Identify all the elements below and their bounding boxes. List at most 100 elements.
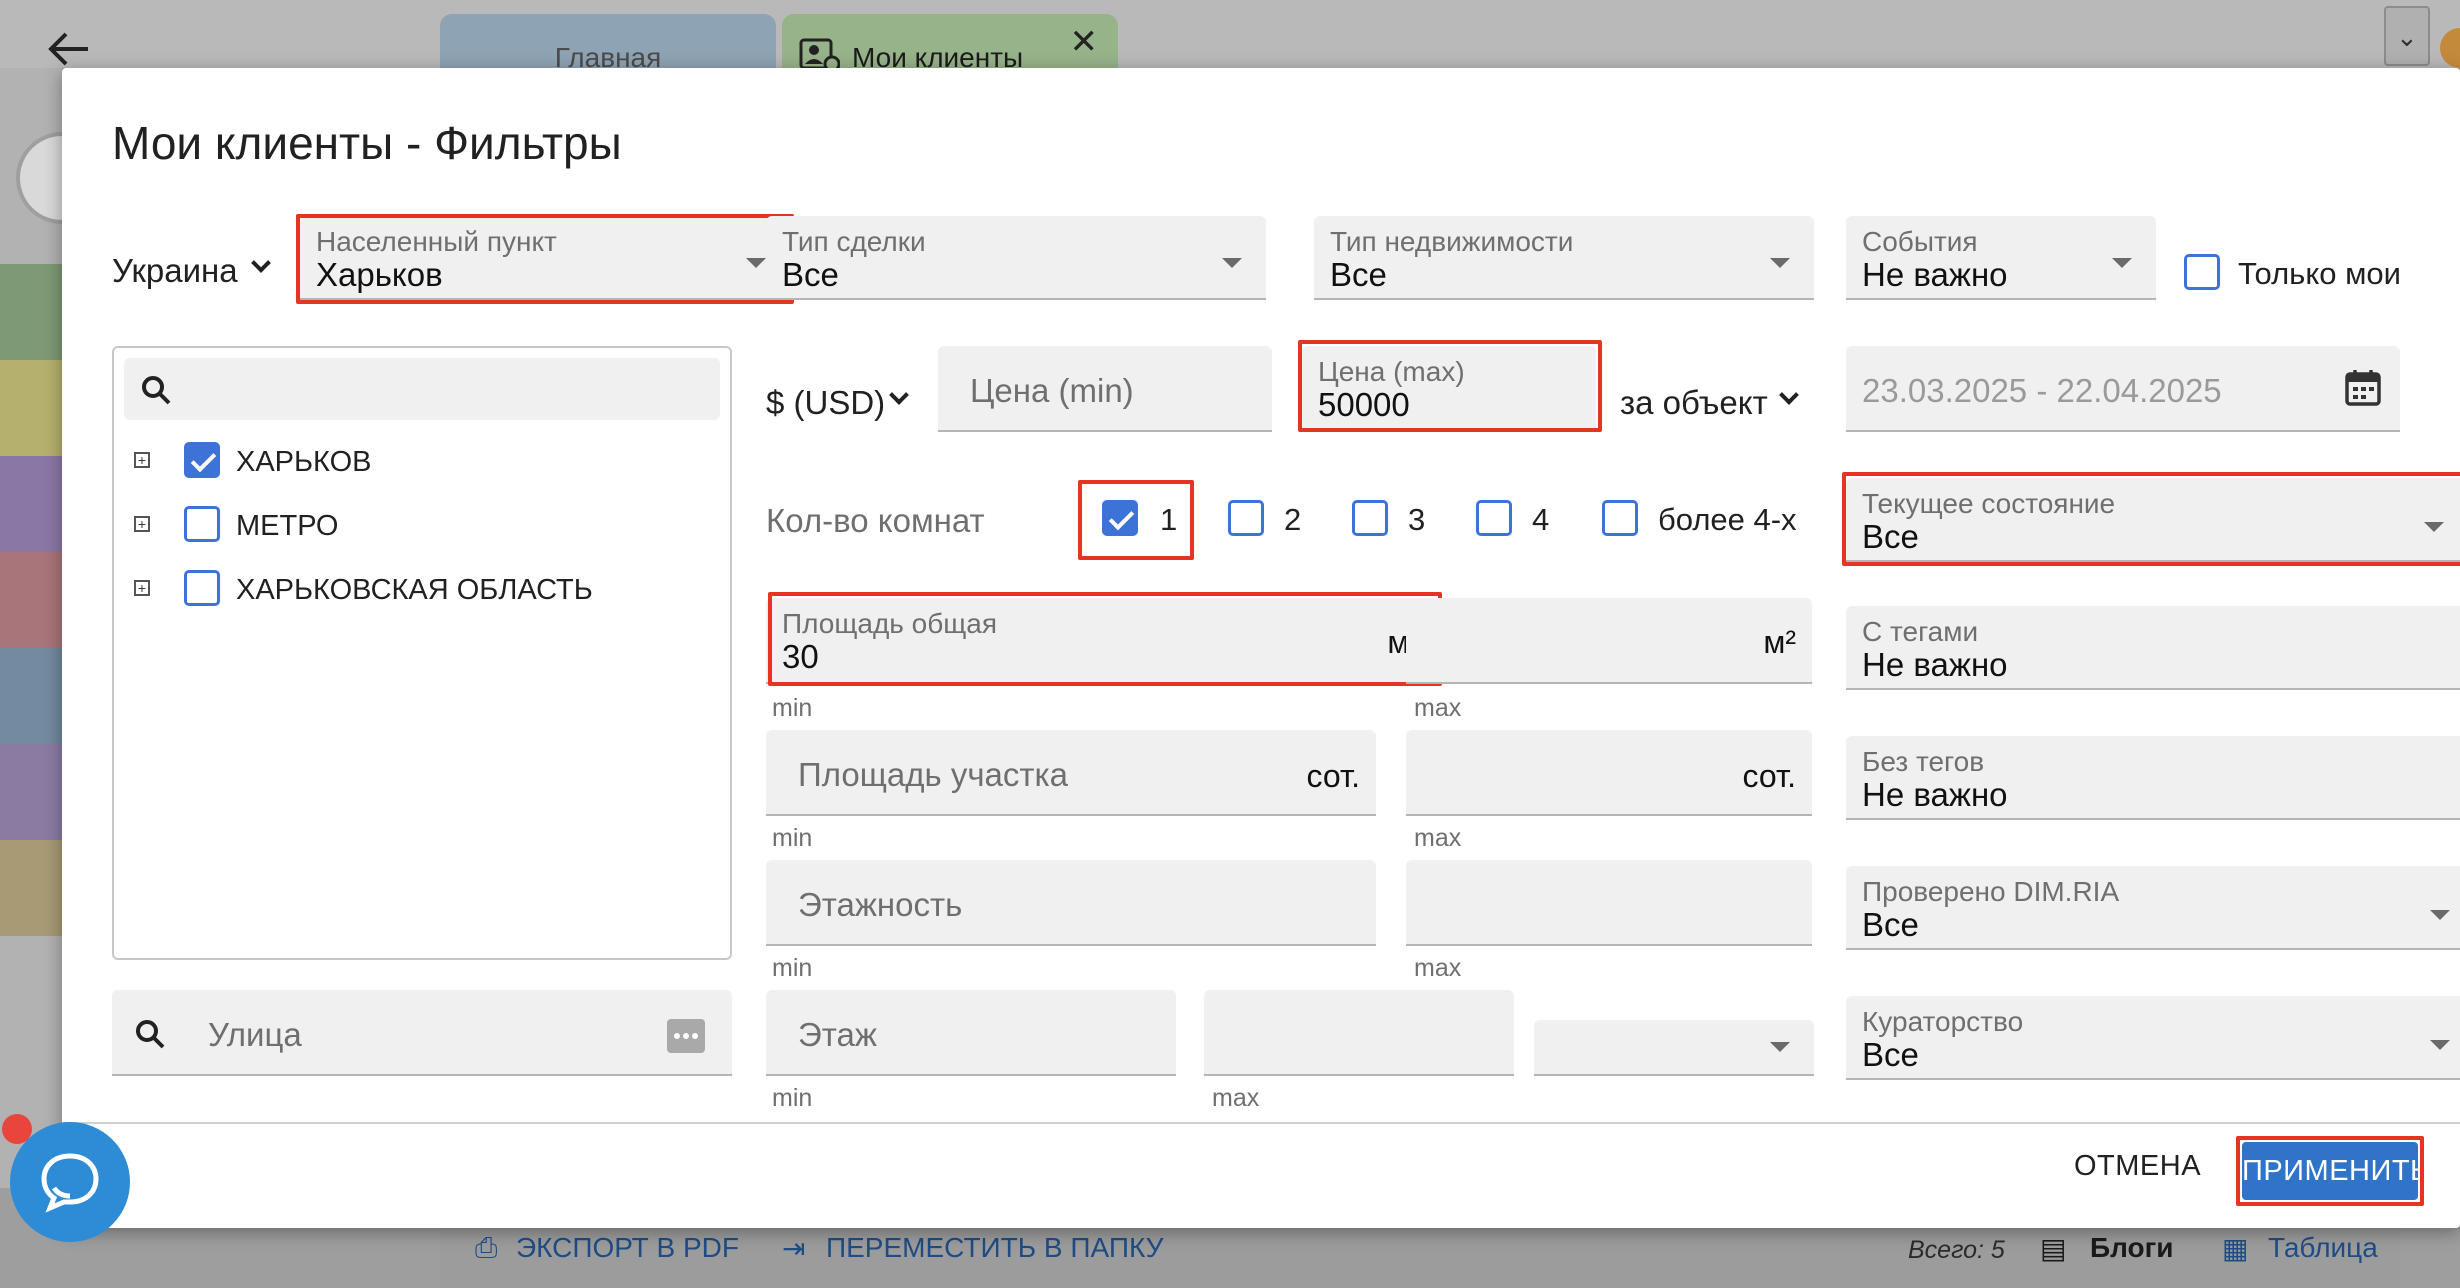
blogs-view-button[interactable]: Блоги [2090, 1232, 2174, 1264]
highlight-rooms-1 [1078, 480, 1194, 560]
expand-icon[interactable]: + [134, 580, 150, 596]
checked-dimria-label: Проверено DIM.RIA [1862, 876, 2120, 907]
events-label: События [1862, 226, 1978, 257]
only-mine-label: Только мои [2238, 256, 2401, 291]
close-icon[interactable]: ✕ [1070, 22, 1099, 62]
country-select[interactable]: Украина [112, 252, 238, 290]
floor-max-input[interactable] [1204, 990, 1514, 1076]
deal-type-value: Все [782, 256, 839, 293]
plot-area-unit: сот. [1742, 758, 1796, 794]
price-min-input[interactable]: Цена (min) [938, 346, 1272, 432]
dropdown-arrow-icon [1770, 1042, 1790, 1052]
floor-min-input[interactable]: Этаж [766, 990, 1176, 1076]
with-tags-label: С тегами [1862, 616, 1979, 647]
rooms-label: Кол-во комнат [766, 502, 985, 539]
rooms-checkbox-3[interactable] [1352, 500, 1388, 536]
sidebar-item-5[interactable] [0, 648, 62, 744]
dropdown-arrow-icon [2112, 258, 2132, 268]
property-type-select[interactable]: Тип недвижимости Все [1314, 216, 1814, 300]
min-caption: min [772, 1084, 813, 1112]
tree-item-label: ХАРЬКОВ [236, 446, 372, 478]
cancel-button[interactable]: ОТМЕНА [2074, 1150, 2201, 1183]
with-tags-select[interactable]: С тегами Не важно [1846, 606, 2460, 690]
deal-type-label: Тип сделки [782, 226, 926, 257]
street-input[interactable]: Улица [112, 990, 732, 1076]
area-unit: м² [1763, 624, 1796, 660]
sidebar-item-7[interactable] [0, 840, 62, 936]
rooms-option-label: 3 [1408, 502, 1426, 537]
calendar-icon[interactable] [2344, 368, 2382, 408]
dialog-title: Мои клиенты - Фильтры [112, 117, 622, 169]
tree-checkbox-kharkov[interactable] [184, 442, 220, 478]
tab-home[interactable]: Главная [440, 14, 776, 74]
tabs-dropdown-button[interactable]: ⌄ [2384, 6, 2430, 66]
max-caption: max [1414, 694, 1462, 722]
floor-placeholder: Этаж [798, 1016, 877, 1053]
rooms-checkbox-more[interactable] [1602, 500, 1638, 536]
back-arrow-icon[interactable] [44, 24, 94, 74]
more-options-icon[interactable] [666, 1018, 706, 1054]
floors-total-min-input[interactable]: Этажность [766, 860, 1376, 946]
events-select[interactable]: События Не важно [1846, 216, 2156, 300]
plot-area-min-input[interactable]: Площадь участка сот. [766, 730, 1376, 816]
checked-dimria-value: Все [1862, 906, 1919, 943]
chat-widget-button[interactable] [10, 1122, 130, 1242]
sidebar-item-4[interactable] [0, 552, 62, 648]
curatorship-select[interactable]: Кураторство Все [1846, 996, 2460, 1080]
without-tags-select[interactable]: Без тегов Не важно [1846, 736, 2460, 820]
rooms-checkbox-4[interactable] [1476, 500, 1512, 536]
area-total-max-input[interactable]: м² [1406, 598, 1812, 684]
checked-dimria-select[interactable]: Проверено DIM.RIA Все [1846, 866, 2460, 950]
tab-my-clients[interactable]: Мои клиенты ✕ [782, 14, 1118, 74]
highlight-apply [2236, 1136, 2424, 1206]
curatorship-label: Кураторство [1862, 1006, 2024, 1037]
only-mine-checkbox[interactable] [2184, 254, 2220, 290]
expand-icon[interactable]: + [134, 516, 150, 532]
date-range-value: 23.03.2025 - 22.04.2025 [1862, 372, 2222, 409]
chevron-down-icon: ⌄ [2396, 22, 2418, 52]
highlight-price-max [1298, 340, 1602, 432]
rooms-option-label: более 4-х [1658, 502, 1797, 537]
chat-bubble-icon [41, 1153, 99, 1213]
highlight-current-state [1842, 472, 2460, 566]
tree-search-input[interactable] [124, 358, 720, 420]
table-view-button[interactable]: Таблица [2268, 1232, 2378, 1264]
sidebar-item-2[interactable] [0, 360, 62, 456]
filters-dialog: Мои клиенты - Фильтры Украина Населенный… [62, 68, 2460, 1228]
without-tags-value: Не важно [1862, 776, 2008, 813]
price-per-select[interactable]: за объект [1620, 384, 1768, 422]
search-icon [136, 1020, 165, 1049]
table-icon: ▦ [2222, 1233, 2249, 1264]
export-pdf-button[interactable]: ЭКСПОРТ В PDF [516, 1232, 739, 1264]
expand-icon[interactable]: + [134, 452, 150, 468]
date-range-input[interactable]: 23.03.2025 - 22.04.2025 [1846, 346, 2400, 432]
sidebar-item-6[interactable] [0, 744, 62, 840]
plot-area-unit: сот. [1306, 758, 1360, 794]
highlight-area-total [768, 592, 1442, 686]
rooms-checkbox-2[interactable] [1228, 500, 1264, 536]
rooms-option-label: 4 [1532, 502, 1550, 537]
dropdown-arrow-icon [2430, 910, 2450, 920]
floor-condition-select[interactable] [1534, 1020, 1814, 1076]
currency-select[interactable]: $ (USD) [766, 384, 885, 422]
total-count: Всего: 5 [1908, 1236, 2005, 1264]
plot-area-max-input[interactable]: сот. [1406, 730, 1812, 816]
events-value: Не важно [1862, 256, 2008, 293]
move-to-folder-button[interactable]: ПЕРЕМЕСТИТЬ В ПАПКУ [826, 1232, 1163, 1264]
notification-dot [2, 1114, 32, 1144]
max-caption: max [1212, 1084, 1260, 1112]
min-caption: min [772, 954, 813, 982]
tree-checkbox-metro[interactable] [184, 506, 220, 542]
blogs-icon: ▤ [2040, 1233, 2067, 1264]
tree-checkbox-region[interactable] [184, 570, 220, 606]
min-caption: min [772, 824, 813, 852]
chevron-down-icon [1779, 385, 1799, 405]
sidebar-item-3[interactable] [0, 456, 62, 552]
sidebar-item-1[interactable] [0, 264, 62, 360]
deal-type-select[interactable]: Тип сделки Все [766, 216, 1266, 300]
floors-total-max-input[interactable] [1406, 860, 1812, 946]
tree-item-label: МЕТРО [236, 510, 339, 542]
min-caption: min [772, 694, 813, 722]
chevron-down-icon [889, 385, 909, 405]
max-caption: max [1414, 954, 1462, 982]
